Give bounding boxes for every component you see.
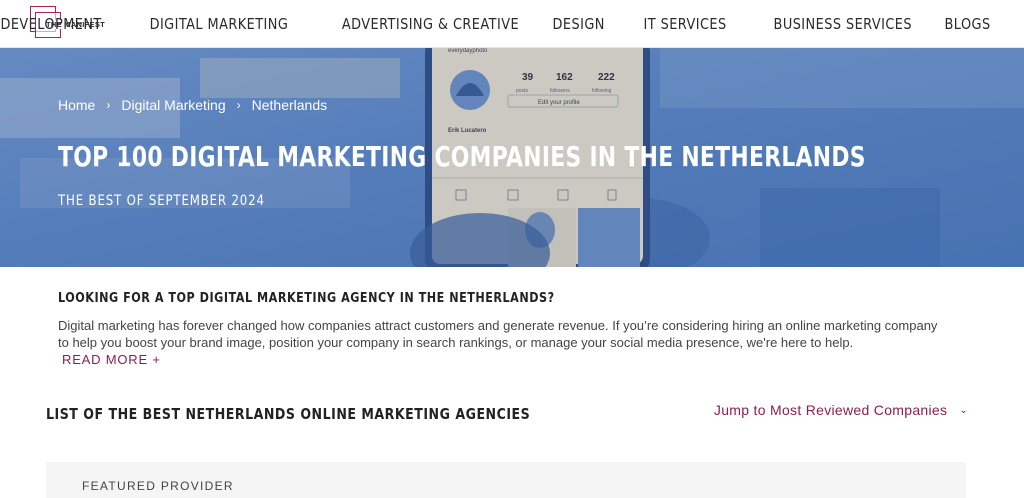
- site-header: THE MANIFEST DEVELOPMENT DIGITAL MARKETI…: [0, 0, 1024, 48]
- breadcrumb-home[interactable]: Home: [58, 97, 95, 113]
- breadcrumb-digital-marketing[interactable]: Digital Marketing: [121, 97, 225, 113]
- breadcrumb-netherlands[interactable]: Netherlands: [252, 97, 328, 113]
- jump-to-most-reviewed-link[interactable]: Jump to Most Reviewed Companies ⌄: [714, 402, 968, 418]
- hero-banner: 39 162 222 posts followers following Edi…: [0, 48, 1024, 267]
- nav-blogs[interactable]: BLOGS: [945, 15, 991, 33]
- breadcrumb: Home › Digital Marketing › Netherlands: [58, 97, 327, 113]
- nav-digital-marketing[interactable]: DIGITAL MARKETING: [149, 15, 288, 33]
- nav-it-services[interactable]: IT SERVICES: [643, 15, 726, 33]
- intro-heading: LOOKING FOR A TOP DIGITAL MARKETING AGEN…: [58, 291, 555, 306]
- nav-design[interactable]: DESIGN: [553, 15, 605, 33]
- breadcrumb-separator-icon: ›: [106, 98, 111, 112]
- list-heading: LIST OF THE BEST NETHERLANDS ONLINE MARK…: [46, 405, 531, 423]
- chevron-down-icon: ⌄: [959, 404, 968, 416]
- nav-advertising-creative[interactable]: ADVERTISING & CREATIVE: [342, 15, 519, 33]
- read-more-link[interactable]: READ MORE +: [62, 352, 161, 367]
- featured-provider-card: FEATURED PROVIDER: [46, 462, 966, 498]
- page-subtitle: THE BEST OF SEPTEMBER 2024: [58, 193, 265, 209]
- featured-provider-label: FEATURED PROVIDER: [82, 479, 234, 493]
- nav-business-services[interactable]: BUSINESS SERVICES: [774, 15, 912, 33]
- page-title: TOP 100 DIGITAL MARKETING COMPANIES IN T…: [58, 140, 866, 173]
- nav-development[interactable]: DEVELOPMENT: [0, 15, 101, 33]
- intro-paragraph: Digital marketing has forever changed ho…: [58, 318, 938, 350]
- jump-label: Jump to Most Reviewed Companies: [713, 402, 948, 418]
- main-nav: DEVELOPMENT DIGITAL MARKETING ADVERTISIN…: [0, 0, 991, 48]
- breadcrumb-separator-icon: ›: [236, 98, 241, 112]
